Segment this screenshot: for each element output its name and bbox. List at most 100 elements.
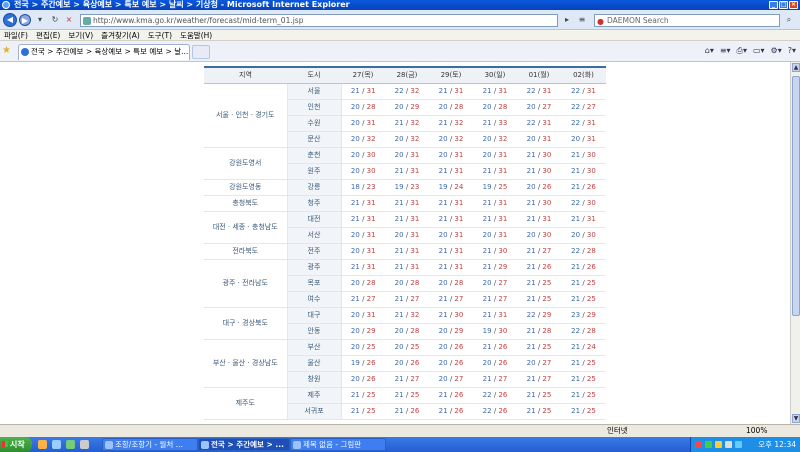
temp-separator: / [359,247,367,255]
temp-cell: 22 / 31 [517,115,561,132]
city-link[interactable]: 서귀포 [287,403,342,420]
address-input[interactable]: http://www.kma.go.kr/weather/forecast/mi… [80,14,558,27]
favorites-star-icon[interactable]: ★ [2,46,11,56]
temp-cell: 20 / 28 [385,275,429,292]
max-temp: 27 [410,375,420,383]
temp-separator: / [580,151,587,159]
city-link[interactable]: 강릉 [287,179,342,196]
refresh-icon[interactable]: ↻ [50,15,60,25]
temp-separator: / [580,263,587,271]
temp-separator: / [359,279,367,287]
page-icon[interactable]: ▭▾ [753,45,765,57]
temp-cell: 20 / 27 [517,355,561,372]
window-title-bar[interactable]: 전국 > 주간예보 > 육상예보 > 특보 예보 > 날씨 > 기상청 - Mi… [0,0,800,10]
city-link[interactable]: 제주 [287,387,342,404]
city-link[interactable]: 안동 [287,323,342,340]
close-button[interactable]: × [789,1,798,9]
menu-file[interactable]: 파일(F) [4,30,28,40]
temp-separator: / [359,327,367,335]
city-link[interactable]: 창원 [287,371,342,388]
menu-favorites[interactable]: 즐겨찾기(A) [101,30,140,40]
temp-cell: 21 / 31 [385,211,429,228]
zoom-level[interactable]: 100% [746,425,767,437]
min-temp: 22 [482,391,492,399]
quicklaunch-desktop-icon[interactable] [52,440,61,449]
tab-current[interactable]: 전국 > 주간예보 > 육상예보 > 특보 예보 > 날... [18,44,190,60]
scroll-up-icon[interactable]: ▲ [792,63,800,72]
min-temp: 20 [438,327,448,335]
taskbar: 시작 조항/조항기 - 월처 ... 전국 > 주간예보 > ... 제목 없음… [0,437,800,452]
go-icon[interactable]: ▸ [562,15,572,25]
min-temp: 21 [526,407,536,415]
taskbar-item-2[interactable]: 전국 > 주간예보 > ... [198,438,290,451]
tools-icon[interactable]: ⚙▾ [771,45,782,57]
city-link[interactable]: 서울 [287,83,342,100]
quicklaunch-media-icon[interactable] [66,440,75,449]
temp-cell: 20 / 26 [385,355,429,372]
forward-button[interactable]: ▶ [19,14,31,26]
back-button[interactable]: ◀ [3,13,17,27]
vertical-scrollbar[interactable]: ▲ ▼ [790,62,800,424]
start-button[interactable]: 시작 [0,437,32,452]
tray-icon-1[interactable] [695,441,702,448]
tray-icon-3[interactable] [715,441,722,448]
temp-cell: 21 / 25 [561,355,606,372]
city-link[interactable]: 여수 [287,291,342,308]
maximize-button[interactable]: □ [779,1,788,9]
home-icon[interactable]: ⌂▾ [705,45,714,57]
city-link[interactable]: 수원 [287,115,342,132]
tray-icon-2[interactable] [705,441,712,448]
dropdown-icon[interactable]: ▾ [35,15,45,25]
rss-icon[interactable]: ≡ [577,15,587,25]
max-temp: 31 [498,199,508,207]
max-temp: 31 [366,247,376,255]
city-link[interactable]: 전주 [287,243,342,260]
max-temp: 33 [498,119,508,127]
taskbar-item-1[interactable]: 조항/조항기 - 월처 ... [102,438,198,451]
city-link[interactable]: 부산 [287,339,342,356]
scroll-thumb[interactable] [792,76,800,316]
city-link[interactable]: 서산 [287,227,342,244]
city-link[interactable]: 대구 [287,307,342,324]
search-input[interactable]: ● DAEMON Search [594,14,780,27]
min-temp: 21 [350,87,360,95]
temp-cell: 20 / 30 [517,227,561,244]
scroll-down-icon[interactable]: ▼ [792,414,800,423]
menu-help[interactable]: 도움말(H) [180,30,212,40]
help-icon[interactable]: ?▾ [788,45,796,57]
city-link[interactable]: 대전 [287,211,342,228]
min-temp: 20 [394,103,404,111]
city-link[interactable]: 청주 [287,195,342,212]
feeds-icon[interactable]: ≡▾ [720,45,731,57]
volume-icon[interactable] [725,441,732,448]
menu-view[interactable]: 보기(V) [68,30,93,40]
min-temp: 20 [350,327,360,335]
new-tab-button[interactable] [192,45,210,59]
taskbar-item-3[interactable]: 제목 없음 - 그림판 [290,438,386,451]
temp-cell: 21 / 25 [561,291,606,308]
city-link[interactable]: 인천 [287,99,342,116]
print-icon[interactable]: ⎙▾ [737,45,747,57]
max-temp: 30 [366,167,376,175]
city-link[interactable]: 광주 [287,259,342,276]
stop-icon[interactable]: × [64,15,74,25]
temp-cell: 20 / 28 [341,99,385,116]
quicklaunch-more-icon[interactable] [80,440,89,449]
menu-edit[interactable]: 편집(E) [36,30,60,40]
search-go-icon[interactable]: ⌕ [784,15,794,25]
city-link[interactable]: 울산 [287,355,342,372]
menu-tools[interactable]: 도구(T) [148,30,172,40]
min-temp: 21 [438,311,448,319]
table-row: 전라북도 전주 20 / 31 21 / 31 21 / 31 21 / 30 21 / 2… [204,243,606,260]
minimize-button[interactable]: _ [769,1,778,9]
city-link[interactable]: 원주 [287,163,342,180]
min-temp: 21 [350,295,360,303]
min-temp: 22 [571,247,581,255]
city-link[interactable]: 문산 [287,131,342,148]
network-icon[interactable] [735,441,742,448]
min-temp: 21 [394,247,404,255]
quicklaunch-browser-icon[interactable] [38,440,47,449]
min-temp: 21 [438,391,448,399]
city-link[interactable]: 춘천 [287,147,342,164]
city-link[interactable]: 목포 [287,275,342,292]
